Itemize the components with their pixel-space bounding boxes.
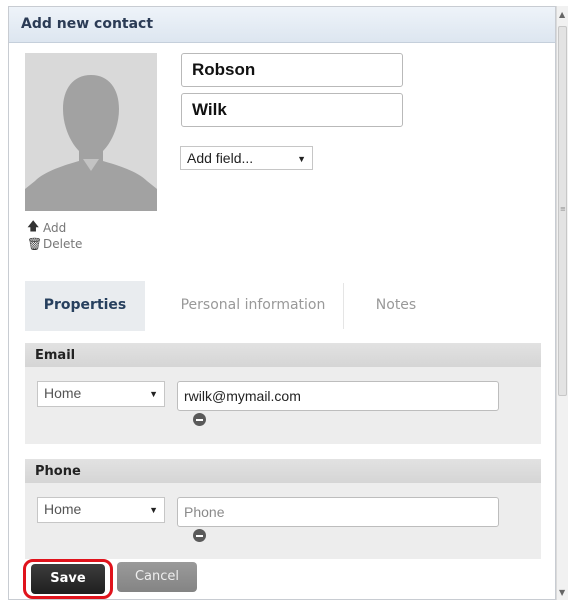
add-field-selected: Add field... [187, 150, 254, 166]
email-type-selected: Home [44, 385, 82, 401]
email-input[interactable]: rwilk@mymail.com [177, 381, 499, 411]
cancel-button[interactable]: Cancel [117, 562, 197, 592]
add-photo-label: Add [43, 220, 67, 235]
remove-email-icon[interactable] [193, 413, 206, 426]
email-section: Email Home ▼ rwilk@mymail.com [25, 343, 541, 444]
email-heading: Email [25, 343, 541, 367]
dialog-title: Add new contact [21, 16, 154, 32]
phone-section: Phone Home ▼ Phone [25, 459, 541, 559]
contact-photo-placeholder[interactable] [25, 53, 157, 211]
scroll-down-icon[interactable]: ▼ [559, 588, 565, 597]
dropdown-caret-icon: ▼ [149, 389, 158, 399]
tab-notes[interactable]: Notes [361, 281, 431, 331]
first-name-field[interactable]: Robson [181, 53, 403, 87]
dropdown-caret-icon: ▼ [297, 154, 306, 164]
grip-icon: ≡ [560, 205, 566, 213]
trash-icon: 🗑 [27, 237, 43, 251]
tab-divider [343, 283, 344, 329]
scrollbar-thumb[interactable]: ≡ [558, 26, 567, 396]
contact-tabs: Properties Personal information Notes [25, 281, 541, 331]
dropdown-caret-icon: ▼ [149, 505, 158, 515]
delete-photo-label: Delete [43, 237, 83, 251]
tab-properties[interactable]: Properties [25, 281, 145, 331]
add-contact-dialog: Add new contact 🡅 Add 🗑 Delete Robson Wi… [8, 6, 556, 600]
vertical-scrollbar[interactable]: ▲ ≡ ▼ [556, 6, 568, 600]
tab-personal-information[interactable]: Personal information [163, 281, 343, 331]
save-button[interactable]: Save [31, 564, 105, 594]
scroll-up-icon[interactable]: ▲ [559, 10, 565, 19]
dialog-titlebar: Add new contact [9, 7, 555, 43]
last-name-field[interactable]: Wilk [181, 93, 403, 127]
phone-type-selected: Home [44, 501, 82, 517]
email-type-dropdown[interactable]: Home ▼ [37, 381, 165, 407]
add-photo-link[interactable]: 🡅 Add [27, 217, 66, 238]
upload-arrow-icon: 🡅 [27, 219, 40, 233]
phone-heading: Phone [25, 459, 541, 483]
add-field-dropdown[interactable]: Add field... ▼ [180, 146, 313, 170]
delete-photo-link[interactable]: 🗑 Delete [27, 237, 82, 251]
person-silhouette-icon [25, 53, 157, 211]
phone-type-dropdown[interactable]: Home ▼ [37, 497, 165, 523]
phone-input[interactable]: Phone [177, 497, 499, 527]
remove-phone-icon[interactable] [193, 529, 206, 542]
